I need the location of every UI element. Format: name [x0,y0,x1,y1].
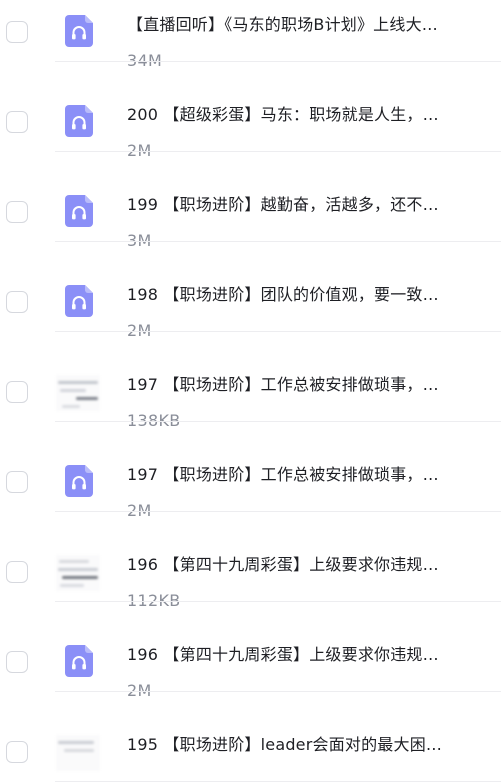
file-row[interactable]: 【直播回听】《马东的职场B计划》上线大… 34M [0,0,501,70]
file-thumbnail [56,285,100,321]
file-name[interactable]: 196 【第四十九周彩蛋】上级要求你违规… [127,555,489,575]
file-row[interactable]: 195 【职场进阶】leader会面对的最大困… [0,692,501,782]
select-checkbox[interactable] [6,201,28,223]
headphones-file-icon [65,105,93,137]
file-row[interactable]: 198 【职场进阶】团队的价值观，要一致… 2M [0,242,501,340]
select-checkbox[interactable] [6,291,28,313]
image-thumbnail [56,735,100,771]
file-thumbnail [56,735,100,771]
file-name[interactable]: 195 【职场进阶】leader会面对的最大困… [127,735,489,755]
select-checkbox[interactable] [6,561,28,583]
file-row[interactable]: 197 【职场进阶】工作总被安排做琐事，… 2M [0,422,501,520]
file-name[interactable]: 199 【职场进阶】越勤奋，活越多，还不… [127,195,489,215]
image-thumbnail [56,375,100,411]
select-checkbox[interactable] [6,471,28,493]
file-name[interactable]: 198 【职场进阶】团队的价值观，要一致… [127,285,489,305]
headphones-file-icon [65,285,93,317]
file-row[interactable]: 199 【职场进阶】越勤奋，活越多，还不… 3M [0,152,501,250]
file-thumbnail [56,645,100,681]
headphones-file-icon [65,645,93,677]
select-checkbox[interactable] [6,381,28,403]
file-thumbnail [56,555,100,591]
select-checkbox[interactable] [6,651,28,673]
select-checkbox[interactable] [6,741,28,763]
headphones-file-icon [65,15,93,47]
select-checkbox[interactable] [6,111,28,133]
headphones-file-icon [65,195,93,227]
file-name[interactable]: 197 【职场进阶】工作总被安排做琐事，… [127,375,489,395]
file-name[interactable]: 197 【职场进阶】工作总被安排做琐事，… [127,465,489,485]
file-thumbnail [56,195,100,231]
file-name[interactable]: 【直播回听】《马东的职场B计划》上线大… [127,15,489,35]
file-row[interactable]: 200 【超级彩蛋】马东：职场就是人生，… 2M [0,62,501,160]
file-thumbnail [56,105,100,141]
select-checkbox[interactable] [6,21,28,43]
file-thumbnail [56,465,100,501]
file-name[interactable]: 196 【第四十九周彩蛋】上级要求你违规… [127,645,489,665]
file-thumbnail [56,15,100,51]
file-thumbnail [56,375,100,411]
file-row[interactable]: 196 【第四十九周彩蛋】上级要求你违规… 2M [0,602,501,700]
file-row[interactable]: 197 【职场进阶】工作总被安排做琐事，… 138KB [0,332,501,430]
file-row[interactable]: 196 【第四十九周彩蛋】上级要求你违规… 112KB [0,512,501,610]
headphones-file-icon [65,465,93,497]
file-name[interactable]: 200 【超级彩蛋】马东：职场就是人生，… [127,105,489,125]
image-thumbnail [56,555,100,591]
file-list: 【直播回听】《马东的职场B计划》上线大… 34M 200 【超级彩蛋】马东：职场… [0,0,501,782]
